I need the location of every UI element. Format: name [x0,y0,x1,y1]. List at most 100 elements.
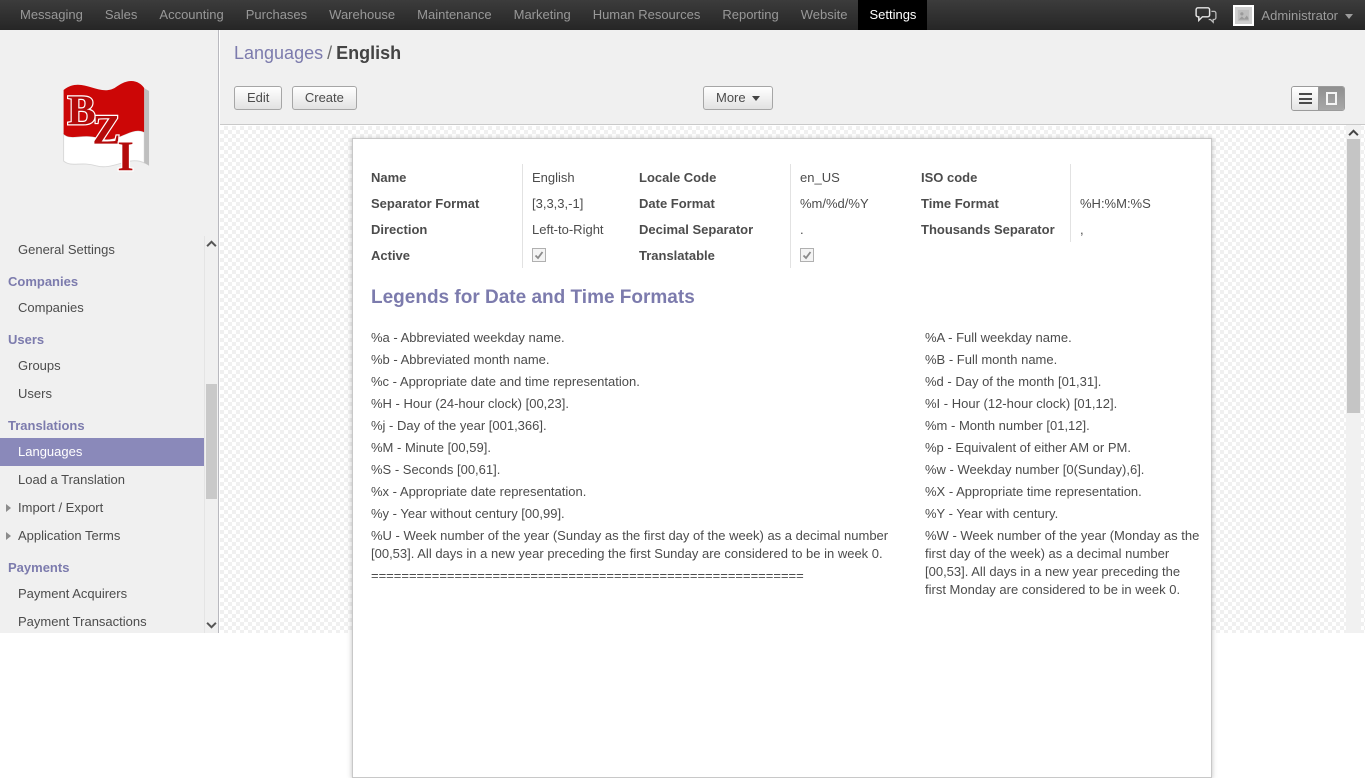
nav-sales[interactable]: Sales [94,0,149,30]
list-view-button[interactable] [1292,87,1318,110]
legend-item: %x - Appropriate date representation. [371,484,587,499]
field-label: Separator Format [371,190,523,216]
field-row-iso-code: ISO code [921,164,1203,190]
chevron-down-icon[interactable] [1345,13,1353,19]
legend-item: %a - Abbreviated weekday name. [371,330,565,345]
legend-item: %A - Full weekday name. [925,330,1072,345]
field-label: Date Format [639,190,791,216]
form-view-button[interactable] [1318,87,1344,110]
legend-item: %j - Day of the year [001,366]. [371,418,547,433]
breadcrumb-languages-link[interactable]: Languages [234,43,323,63]
scroll-up-icon[interactable] [1348,127,1359,139]
field-row-translatable: Translatable [639,242,921,268]
avatar-placeholder-icon [1235,6,1253,24]
breadcrumb-current: English [336,43,402,63]
form-view-icon [1326,92,1337,105]
sidebar-item-languages[interactable]: Languages [0,438,204,466]
nav-purchases[interactable]: Purchases [235,0,318,30]
expand-arrow-icon[interactable] [6,504,11,512]
main-area: Name English Separator Format [3,3,3,-1]… [220,126,1365,778]
main-nav: Messaging Sales Accounting Purchases War… [0,0,928,30]
field-value: %H:%M:%S [1080,195,1151,211]
chevron-down-icon [751,96,760,102]
sidebar-item-label: Application Terms [18,528,121,543]
legend-item: %I - Hour (12-hour clock) [01,12]. [925,396,1118,411]
field-row-locale-code: Locale Code en_US [639,164,921,190]
legend-item: %W - Week number of the year (Monday as … [925,528,1200,597]
svg-text:Z: Z [92,107,120,154]
nav-maintenance[interactable]: Maintenance [406,0,502,30]
nav-marketing[interactable]: Marketing [503,0,582,30]
legend-item: %b - Abbreviated month name. [371,352,550,367]
field-label: Time Format [921,190,1071,216]
field-value: %m/%d/%Y [800,195,869,211]
field-group-3: ISO code Time Format %H:%M:%S Thousands … [921,164,1203,268]
legend-right-column: %A - Full weekday name. %B - Full month … [925,329,1201,603]
sidebar-item-load-a-translation[interactable]: Load a Translation [0,466,204,494]
field-value: English [532,169,575,185]
sidebar-item-users[interactable]: Users [0,380,204,408]
sidebar-item-import-export[interactable]: Import / Export [0,494,204,522]
legend-item: %w - Weekday number [0(Sunday),6]. [925,462,1145,477]
scroll-up-icon[interactable] [206,238,217,250]
nav-warehouse[interactable]: Warehouse [318,0,406,30]
content-header: Languages / English Edit Create More [220,30,1365,125]
language-fields: Name English Separator Format [3,3,3,-1]… [371,164,1203,268]
sidebar-header-payments: Payments [8,560,70,575]
nav-messaging[interactable]: Messaging [9,0,94,30]
sidebar-item-payment-transactions[interactable]: Payment Transactions [0,608,204,636]
sidebar-menu: General Settings Companies Companies Use… [0,236,204,636]
field-label: Thousands Separator [921,216,1071,242]
more-dropdown-button[interactable]: More [703,86,773,110]
legend-item: %H - Hour (24-hour clock) [00,23]. [371,396,569,411]
field-value: en_US [800,169,840,185]
sidebar-item-label: Import / Export [18,500,104,515]
legend-item: %U - Week number of the year (Sunday as … [371,528,889,561]
nav-accounting[interactable]: Accounting [148,0,234,30]
scroll-down-icon[interactable] [206,619,217,631]
field-row-date-format: Date Format %m/%d/%Y [639,190,921,216]
expand-arrow-icon[interactable] [6,532,11,540]
create-button[interactable]: Create [291,86,357,110]
breadcrumb: Languages / English [234,43,401,64]
field-group-1: Name English Separator Format [3,3,3,-1]… [371,164,639,268]
sidebar: B Z I General Settings Companies Compani… [0,30,219,633]
sidebar-item-companies[interactable]: Companies [0,294,204,322]
field-label: Active [371,242,523,268]
sidebar-header-translations: Translations [8,418,85,433]
nav-human-resources[interactable]: Human Resources [582,0,712,30]
field-label: Direction [371,216,523,242]
action-buttons: Edit Create [234,86,357,110]
chat-bubbles-icon[interactable] [1195,6,1217,24]
field-label: Translatable [639,242,791,268]
sidebar-item-groups[interactable]: Groups [0,352,204,380]
field-label: Locale Code [639,164,791,190]
field-value: . [800,221,804,237]
scrollbar-thumb[interactable] [1347,139,1360,413]
legend-item: %c - Appropriate date and time represent… [371,374,640,389]
edit-button[interactable]: Edit [234,86,283,110]
svg-text:B: B [67,88,95,135]
field-row-name: Name English [371,164,639,190]
legend-item: %B - Full month name. [925,352,1058,367]
scrollbar-thumb[interactable] [206,384,217,499]
breadcrumb-separator: / [327,43,333,63]
sidebar-item-general-settings[interactable]: General Settings [0,236,204,264]
main-scrollbar[interactable] [1346,125,1361,633]
nav-reporting[interactable]: Reporting [711,0,789,30]
nav-settings[interactable]: Settings [858,0,928,30]
field-label: ISO code [921,164,1071,190]
topbar: Messaging Sales Accounting Purchases War… [0,0,1365,30]
view-switcher [1291,86,1345,111]
legend-item: %m - Month number [01,12]. [925,418,1090,433]
sidebar-scrollbar[interactable] [204,236,217,633]
user-menu-label[interactable]: Administrator [1261,8,1338,23]
field-row-decimal-separator: Decimal Separator . [639,216,921,242]
sidebar-item-payment-acquirers[interactable]: Payment Acquirers [0,580,204,608]
nav-website[interactable]: Website [790,0,859,30]
legend-item: %d - Day of the month [01,31]. [925,374,1102,389]
user-avatar[interactable] [1233,4,1255,26]
active-checkbox [532,248,546,262]
legend-title: Legends for Date and Time Formats [371,287,695,308]
sidebar-item-application-terms[interactable]: Application Terms [0,522,204,550]
